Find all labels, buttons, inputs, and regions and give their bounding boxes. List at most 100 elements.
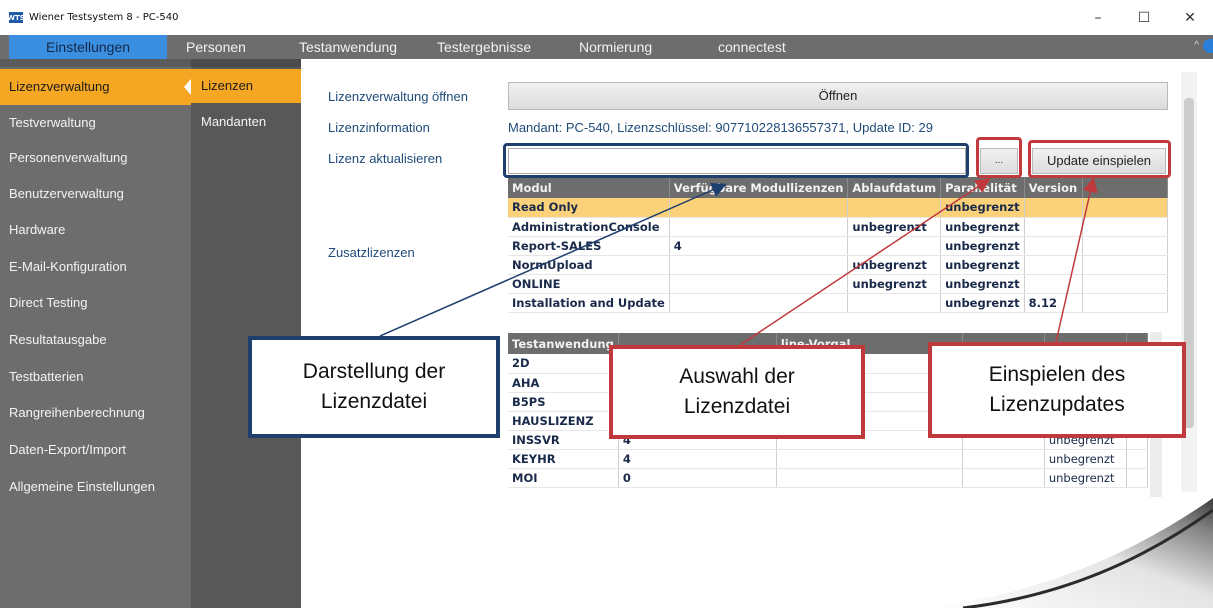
menu-connectest[interactable]: connectest	[718, 35, 786, 59]
window-controls: – ☐ ✕	[1075, 0, 1213, 35]
table-row[interactable]: Report-SALES 4 unbegrenzt	[508, 236, 1169, 256]
table-row[interactable]: Installation and Update unbegrenzt 8.12	[508, 293, 1169, 313]
table-cell	[669, 293, 849, 313]
settings-nav: Lizenzverwaltung Testverwaltung Personen…	[0, 59, 191, 608]
collapse-menu-icon[interactable]: ^	[1194, 40, 1199, 51]
menu-normierung[interactable]: Normierung	[579, 35, 652, 59]
table-cell: unbegrenzt	[940, 255, 1025, 275]
nav-rangreihenberechnung[interactable]: Rangreihenberechnung	[0, 395, 191, 431]
modules-table: Modul Verfügbare Modullizenzen Ablaufdat…	[508, 177, 1169, 313]
table-cell: Read Only	[508, 198, 670, 218]
window-title: Wiener Testsystem 8 - PC-540	[29, 12, 179, 23]
column-header[interactable]: Verfügbare Modullizenzen	[669, 177, 849, 198]
subnav-lizenzen[interactable]: Lizenzen	[191, 69, 301, 103]
menu-testanwendung[interactable]: Testanwendung	[299, 35, 397, 59]
table-cell: 4	[618, 449, 777, 469]
nav-allgemeine-einstellungen[interactable]: Allgemeine Einstellungen	[0, 469, 191, 505]
table-cell	[847, 236, 942, 256]
license-subnav: Lizenzen Mandanten	[191, 59, 301, 608]
table-cell: unbegrenzt	[940, 198, 1025, 218]
nav-email-konfiguration[interactable]: E-Mail-Konfiguration	[0, 249, 191, 285]
table-cell	[1082, 293, 1169, 313]
table-row[interactable]: NormUpload unbegrenzt unbegrenzt	[508, 255, 1169, 275]
table-cell: NormUpload	[508, 255, 670, 275]
nav-lizenzverwaltung[interactable]: Lizenzverwaltung	[0, 69, 191, 105]
table-row[interactable]: AdministrationConsole unbegrenzt unbegre…	[508, 217, 1169, 237]
app-logo-icon: WTS	[7, 12, 25, 23]
column-header[interactable]: Parallelität	[940, 177, 1025, 198]
callout-install-update: Einspielen des Lizenzupdates	[928, 342, 1186, 438]
table-cell	[1024, 198, 1083, 218]
table-cell	[669, 274, 849, 294]
table-cell	[776, 449, 963, 469]
nav-testverwaltung[interactable]: Testverwaltung	[0, 105, 191, 141]
open-label: Lizenzverwaltung öffnen	[328, 89, 468, 104]
nav-hardware[interactable]: Hardware	[0, 212, 191, 248]
table-cell	[1082, 198, 1169, 218]
table-cell: Installation and Update	[508, 293, 670, 313]
open-button[interactable]: Öffnen	[508, 82, 1168, 110]
table-cell	[1082, 217, 1169, 237]
modules-header-row: Modul Verfügbare Modullizenzen Ablaufdat…	[508, 177, 1169, 198]
table-cell: AHA	[508, 373, 619, 393]
table-cell	[1024, 255, 1083, 275]
info-label: Lizenzinformation	[328, 120, 430, 135]
table-cell	[1082, 236, 1169, 256]
table-cell: INSSVR	[508, 430, 619, 450]
column-header[interactable]: Modul	[508, 177, 670, 198]
title-bar: WTS Wiener Testsystem 8 - PC-540 – ☐ ✕	[0, 0, 1213, 35]
table-cell	[962, 449, 1045, 469]
nav-benutzerverwaltung[interactable]: Benutzerverwaltung	[0, 176, 191, 212]
table-cell	[847, 293, 942, 313]
nav-daten-export-import[interactable]: Daten-Export/Import	[0, 432, 191, 468]
highlight-browse-button	[976, 137, 1022, 178]
menu-testergebnisse[interactable]: Testergebnisse	[437, 35, 531, 59]
table-cell	[669, 198, 849, 218]
table-cell	[1082, 274, 1169, 294]
additional-licenses-label: Zusatzlizenzen	[328, 245, 415, 260]
table-cell	[847, 198, 942, 218]
table-cell	[962, 468, 1045, 488]
table-cell: 0	[618, 468, 777, 488]
table-cell: unbegrenzt	[1044, 468, 1127, 488]
table-row[interactable]: ONLINE unbegrenzt unbegrenzt	[508, 274, 1169, 294]
column-header[interactable]: Ablaufdatum	[847, 177, 942, 198]
nav-direct-testing[interactable]: Direct Testing	[0, 285, 191, 321]
minimize-button[interactable]: –	[1075, 0, 1121, 35]
table-row[interactable]: KEYHR 4 unbegrenzt	[508, 449, 1149, 469]
highlight-update-button	[1028, 140, 1171, 178]
table-cell: unbegrenzt	[940, 217, 1025, 237]
table-row[interactable]: MOI 0 unbegrenzt	[508, 468, 1149, 488]
close-button[interactable]: ✕	[1167, 0, 1213, 35]
table-cell: B5PS	[508, 392, 619, 412]
highlight-license-path	[503, 143, 969, 178]
nav-personenverwaltung[interactable]: Personenverwaltung	[0, 140, 191, 176]
nav-resultatausgabe[interactable]: Resultatausgabe	[0, 322, 191, 358]
main-menu: Einstellungen Personen Testanwendung Tes…	[0, 35, 1213, 59]
column-header-filler	[1082, 177, 1169, 198]
table-row[interactable]: Read Only unbegrenzt	[508, 198, 1169, 218]
table-cell: unbegrenzt	[940, 274, 1025, 294]
menu-personen[interactable]: Personen	[186, 35, 246, 59]
column-header[interactable]: Testanwendung	[508, 333, 619, 354]
table-cell: HAUSLIZENZ	[508, 411, 619, 431]
callout-select-license-file: Auswahl der Lizenzdatei	[609, 345, 865, 439]
table-cell	[1126, 449, 1149, 469]
subnav-mandanten[interactable]: Mandanten	[191, 105, 301, 139]
table-cell: 4	[669, 236, 849, 256]
menu-einstellungen[interactable]: Einstellungen	[9, 35, 167, 59]
nav-testbatterien[interactable]: Testbatterien	[0, 359, 191, 395]
table-cell	[669, 217, 849, 237]
help-icon[interactable]	[1203, 39, 1213, 53]
update-label: Lizenz aktualisieren	[328, 151, 443, 166]
table-cell: unbegrenzt	[1044, 449, 1127, 469]
table-cell	[1024, 217, 1083, 237]
table-cell	[776, 468, 963, 488]
license-info-value: Mandant: PC-540, Lizenzschlüssel: 907710…	[508, 120, 933, 135]
callout-display-license-file: Darstellung der Lizenzdatei	[248, 336, 500, 438]
maximize-button[interactable]: ☐	[1121, 0, 1167, 35]
table-cell: unbegrenzt	[847, 255, 942, 275]
column-header[interactable]: Version	[1024, 177, 1083, 198]
table-cell	[1082, 255, 1169, 275]
table-cell: unbegrenzt	[940, 293, 1025, 313]
